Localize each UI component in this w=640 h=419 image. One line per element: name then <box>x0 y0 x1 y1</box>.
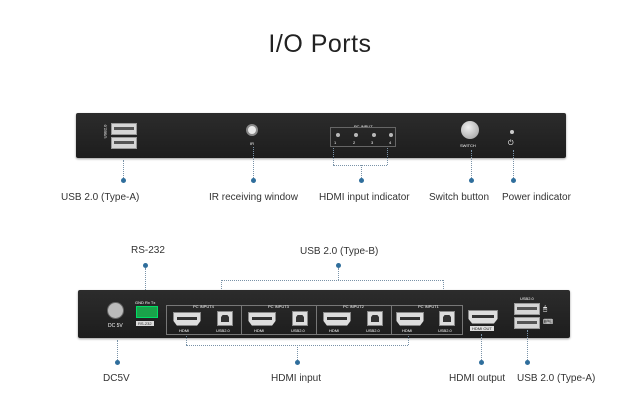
hdmi-label: HDMI <box>254 328 265 333</box>
usb-b-port <box>217 311 233 326</box>
callout-dot <box>295 360 300 365</box>
usb-label: USB2.0 <box>291 328 305 333</box>
hdmi-input-callout: HDMI input <box>271 373 322 384</box>
callout-dot <box>115 360 120 365</box>
hdmi-label: HDMI <box>402 328 413 333</box>
callout-bracket <box>387 148 388 165</box>
input-number: 1 <box>334 140 337 145</box>
usb-b-port <box>439 311 455 326</box>
rs232-callout: RS-232 <box>131 245 165 256</box>
rs232-pins: GND Rx Tx <box>135 300 156 305</box>
input-led-4 <box>389 133 393 137</box>
usb-a-callout: USB 2.0 (Type-A) <box>517 373 596 384</box>
hdmi-port <box>323 312 351 326</box>
callout-dot <box>251 178 256 183</box>
usb-a-port <box>514 317 540 329</box>
callout-bracket <box>333 148 334 165</box>
hdmi-port <box>248 312 276 326</box>
usb-label: USB2.0 <box>216 328 230 333</box>
pc-input-header: PC INPUT1 <box>418 304 439 309</box>
callout-dot <box>479 360 484 365</box>
rs232-terminal <box>136 306 158 318</box>
indicator-frame <box>330 127 396 147</box>
input-led-2 <box>354 133 358 137</box>
input-group: PC INPUT3 HDMI USB2.0 <box>241 304 317 335</box>
dc-label: DC 5V <box>108 323 123 329</box>
callout-line <box>471 150 472 180</box>
callout-line <box>481 334 482 362</box>
hdmi-out-port <box>468 310 498 324</box>
dc-jack <box>107 302 124 319</box>
dc-callout: DC5V <box>103 373 130 384</box>
hdmi-indicator-callout: HDMI input indicator <box>319 192 410 203</box>
input-number: 3 <box>371 140 374 145</box>
page-title: I/O Ports <box>268 30 372 58</box>
hdmi-out-label: HDMI OUT <box>470 326 494 331</box>
callout-dot <box>121 178 126 183</box>
usb-a-port <box>111 123 137 135</box>
pc-input-header: PC INPUT3 <box>268 304 289 309</box>
usb-label: USB2.0 <box>438 328 452 333</box>
callout-dot <box>511 178 516 183</box>
hdmi-label: HDMI <box>179 328 190 333</box>
usb-b-callout: USB 2.0 (Type-B) <box>300 246 379 257</box>
callout-dot <box>469 178 474 183</box>
callout-bracket <box>333 165 387 166</box>
switch-callout: Switch button <box>429 192 490 203</box>
mouse-icon: 🖱 <box>543 306 548 313</box>
hdmi-port <box>173 312 201 326</box>
usb-port-label: USB2.0 <box>102 124 108 139</box>
hdmi-label: HDMI <box>329 328 340 333</box>
power-callout: Power indicator <box>502 192 571 203</box>
hdmi-port <box>396 312 424 326</box>
keyboard-icon: ⌨ <box>543 319 554 326</box>
usb-a-port <box>514 303 540 315</box>
hdmi-output-callout: HDMI output <box>449 373 506 384</box>
pc-input-header: PC INPUT2 <box>343 304 364 309</box>
usb-b-port <box>367 311 383 326</box>
input-led-1 <box>336 133 340 137</box>
callout-line <box>527 330 528 362</box>
usb-out-label: USB2.0 <box>520 296 534 301</box>
rs232-label: RS-232 <box>136 321 154 326</box>
switch-label: SWITCH <box>460 143 476 148</box>
input-group: PC INPUT2 HDMI USB2.0 <box>316 304 392 335</box>
callout-bracket <box>408 336 409 345</box>
input-number: 4 <box>389 140 392 145</box>
usb-b-port <box>292 311 308 326</box>
callout-line <box>338 268 339 280</box>
callout-line <box>253 147 254 180</box>
ir-label: IR <box>250 141 254 146</box>
ir-callout: IR receiving window <box>209 192 298 203</box>
callout-line <box>513 150 514 180</box>
power-led <box>510 130 514 134</box>
power-icon: ⏻ <box>508 140 514 147</box>
input-group: PC INPUT1 HDMI USB2.0 <box>391 304 463 335</box>
usb-a-port <box>111 137 137 149</box>
switch-button[interactable] <box>461 121 479 139</box>
callout-line <box>123 160 124 180</box>
usb-label: USB2.0 <box>366 328 380 333</box>
callout-line <box>117 340 118 362</box>
usb-callout: USB 2.0 (Type-A) <box>61 192 140 203</box>
pc-input-header: PC INPUT4 <box>193 304 214 309</box>
front-panel: USB2.0 IR PC INPUT 1 2 3 4 SWITCH ⏻ <box>76 113 566 158</box>
ir-window <box>246 124 258 136</box>
callout-dot <box>525 360 530 365</box>
input-number: 2 <box>353 140 356 145</box>
callout-dot <box>359 178 364 183</box>
input-group: PC INPUT4 HDMI USB2.0 <box>166 304 242 335</box>
input-led-3 <box>372 133 376 137</box>
callout-bracket <box>221 280 443 281</box>
callout-bracket <box>186 336 187 345</box>
